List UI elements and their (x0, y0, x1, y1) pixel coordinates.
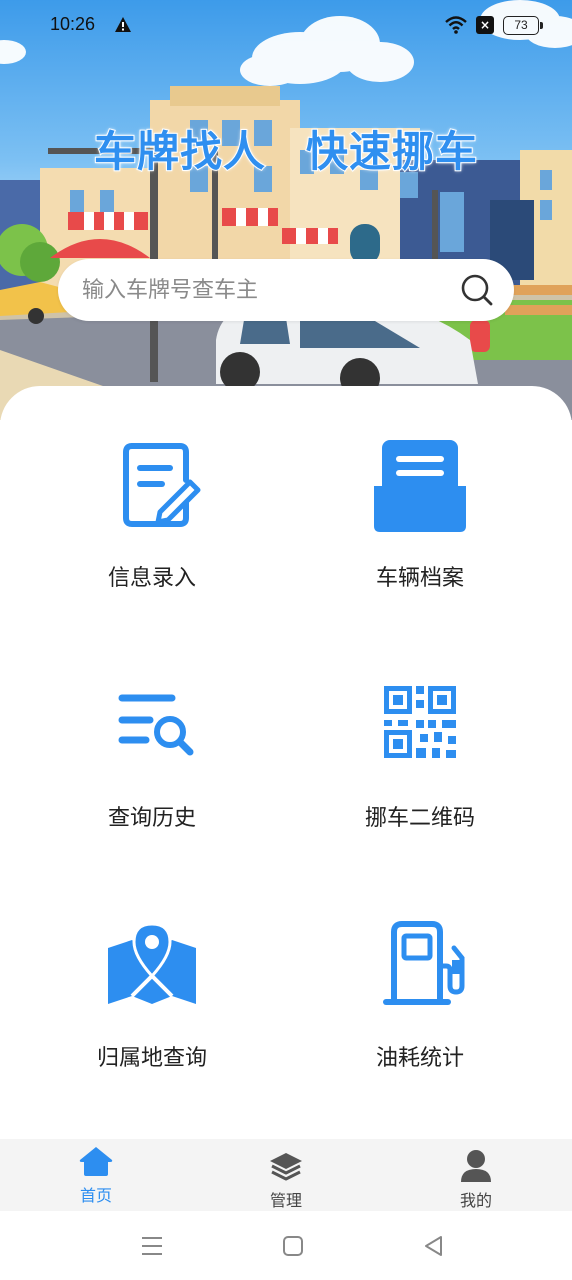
grid-item-fuel-stats[interactable]: 油耗统计 (310, 920, 530, 1120)
home-icon (79, 1147, 113, 1176)
hero-title-right: 快速挪车 (305, 126, 479, 177)
search-input[interactable] (82, 259, 452, 321)
city-street-illustration (0, 0, 572, 420)
alert-icon (115, 17, 131, 32)
bottom-tab-bar: 首页 管理 我的 (0, 1139, 572, 1211)
tab-manage[interactable]: 管理 (226, 1139, 346, 1211)
battery-icon: 73 (503, 16, 543, 35)
hero-banner (0, 0, 572, 420)
grid-item-label: 车辆档案 (375, 566, 464, 591)
no-sim-icon: × (476, 16, 494, 34)
home-square-icon[interactable] (280, 1233, 306, 1259)
function-panel: 信息录入 车辆档案 查询历史 挪车二维码 归属地查询 油耗统计 (0, 386, 572, 1140)
status-time: 10:26 (50, 14, 96, 34)
archive-drawer-icon (374, 440, 466, 532)
tab-label: 管理 (269, 1191, 302, 1210)
tab-profile[interactable]: 我的 (416, 1139, 536, 1211)
search-bar[interactable] (58, 259, 514, 321)
fuel-pump-icon (383, 921, 465, 1005)
grid-item-label: 油耗统计 (375, 1046, 464, 1071)
tab-label: 首页 (79, 1186, 112, 1205)
hero-title-left: 车牌找人 (93, 126, 266, 177)
layers-icon (270, 1153, 302, 1181)
grid-item-label: 信息录入 (107, 566, 196, 591)
tab-label: 我的 (459, 1191, 492, 1210)
grid-item-label: 挪车二维码 (364, 806, 475, 831)
map-location-icon (108, 922, 196, 1004)
back-triangle-icon[interactable] (421, 1233, 447, 1259)
list-search-icon (118, 694, 194, 756)
status-bar: 10:26 × 73 (0, 0, 572, 52)
grid-item-qr-code[interactable]: 挪车二维码 (310, 680, 530, 880)
hero-title: 车牌找人 快速挪车 (0, 118, 572, 179)
system-navigation-bar (0, 1211, 572, 1280)
wifi-icon (445, 16, 467, 34)
menu-icon[interactable] (139, 1233, 165, 1259)
search-icon[interactable] (460, 273, 494, 307)
grid-item-vehicle-archive[interactable]: 车辆档案 (310, 440, 530, 640)
grid-item-query-history[interactable]: 查询历史 (42, 680, 262, 880)
tab-home[interactable]: 首页 (36, 1139, 156, 1211)
user-icon (461, 1150, 491, 1182)
qr-code-icon (384, 686, 456, 758)
grid-item-info-entry[interactable]: 信息录入 (42, 440, 262, 640)
grid-item-label: 查询历史 (107, 806, 196, 831)
grid-item-label: 归属地查询 (96, 1046, 207, 1071)
edit-document-icon (123, 443, 201, 527)
grid-item-location-query[interactable]: 归属地查询 (42, 920, 262, 1120)
